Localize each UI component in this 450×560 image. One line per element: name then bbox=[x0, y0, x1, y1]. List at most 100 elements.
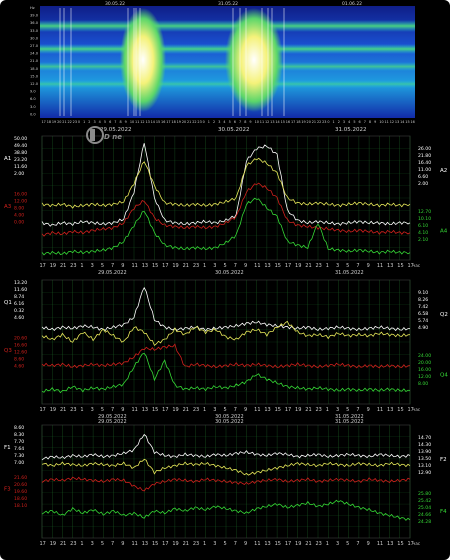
x-hour-tick: 17 bbox=[285, 541, 291, 547]
spectrogram-hour-tick: 16 bbox=[286, 120, 290, 124]
spectrogram-hour-tick: 2 bbox=[213, 120, 215, 124]
spectrogram-hour-tick: 9 bbox=[125, 120, 127, 124]
left-tick-top: 2.00 bbox=[14, 171, 24, 177]
spectrogram-hour-tick: 8 bbox=[369, 120, 371, 124]
spectrogram-hour-tick: 0 bbox=[203, 120, 205, 124]
spectrogram-y-label: 15.0 bbox=[30, 74, 39, 78]
x-hour-tick: 23 bbox=[316, 263, 322, 269]
left-tick-top: 38.80 bbox=[14, 150, 27, 156]
x-hour-tick: 9 bbox=[244, 407, 247, 413]
x-hour-tick: 19 bbox=[50, 263, 56, 269]
x-unit-label: час bbox=[413, 263, 420, 268]
spectrogram-hour-tick: 2 bbox=[338, 120, 340, 124]
line-panels: 50.0049.4038.8023.2011.602.0016.0012.008… bbox=[4, 135, 448, 547]
spectrogram-hour-tick: 13 bbox=[395, 120, 399, 124]
spectrogram-hour-tick: 21 bbox=[187, 120, 191, 124]
x-hour-tick: 3 bbox=[336, 407, 339, 413]
x-hour-tick: 19 bbox=[295, 541, 301, 547]
right-tick-green: 24.66 bbox=[418, 512, 431, 518]
spectrogram-hour-tick: 21 bbox=[312, 120, 316, 124]
right-tick-top: 6.60 bbox=[418, 174, 428, 180]
spectrogram-hour-tick: 16 bbox=[161, 120, 165, 124]
left-tick-top: 8.60 bbox=[14, 425, 24, 431]
x-hour-tick: 23 bbox=[70, 407, 76, 413]
panel-label-right-bottom: Q4 bbox=[440, 373, 448, 379]
right-tick-top: 16.40 bbox=[418, 160, 431, 166]
right-tick-green: 6.10 bbox=[418, 223, 428, 229]
x-hour-tick: 7 bbox=[234, 407, 237, 413]
spectrogram-hour-tick: 17 bbox=[291, 120, 295, 124]
spectrogram-hour-tick: 15 bbox=[281, 120, 285, 124]
x-hour-tick: 15 bbox=[275, 263, 281, 269]
x-hour-tick: 1 bbox=[326, 541, 329, 547]
x-hour-tick: 17 bbox=[162, 263, 168, 269]
spectrogram-hour-tick: 11 bbox=[385, 120, 389, 124]
date-label: 31.05.2022 bbox=[335, 419, 364, 425]
left-tick-red: 12.60 bbox=[14, 350, 27, 356]
spectrogram-hour-tick: 9 bbox=[374, 120, 376, 124]
spectrogram-hour-tick: 16 bbox=[411, 120, 415, 124]
spectrogram-hour-tick: 1 bbox=[208, 120, 210, 124]
spectrogram-y-label: 36.0 bbox=[30, 21, 39, 25]
right-tick-top: 9.10 bbox=[418, 290, 428, 296]
left-tick-red: 8.00 bbox=[14, 206, 24, 212]
dnews-logo-mark: D news bbox=[86, 126, 133, 144]
x-hour-tick: 1 bbox=[326, 263, 329, 269]
x-hour-tick: 23 bbox=[70, 263, 76, 269]
x-hour-tick: 15 bbox=[397, 407, 403, 413]
x-hour-tick: 5 bbox=[101, 263, 104, 269]
x-hour-tick: 11 bbox=[377, 407, 383, 413]
x-hour-tick: 13 bbox=[387, 541, 393, 547]
spectrogram-hour-tick: 0 bbox=[327, 120, 329, 124]
spectrogram-hour-tick: 11 bbox=[135, 120, 139, 124]
date-label: 30.05.2022 bbox=[215, 270, 244, 276]
left-tick-red: 4.60 bbox=[14, 364, 24, 370]
panel-label-right-top: Q2 bbox=[440, 312, 448, 318]
right-tick-top: 26.00 bbox=[418, 146, 431, 152]
x-hour-tick: 21 bbox=[305, 541, 311, 547]
spectrogram-hour-tick: 22 bbox=[67, 120, 71, 124]
date-label: 31.05.2022 bbox=[335, 270, 364, 276]
panel-label-left-bottom: A3 bbox=[4, 204, 12, 210]
spectrogram-hour-tick: 1 bbox=[83, 120, 85, 124]
spectrogram-top-date: 30.05.22 bbox=[105, 1, 125, 7]
spectrogram-hour-tick: 23 bbox=[322, 120, 326, 124]
spectrogram-y-label: 21.0 bbox=[30, 59, 39, 63]
x-hour-tick: 9 bbox=[367, 263, 370, 269]
spectrogram-hour-tick: 10 bbox=[379, 120, 383, 124]
panel-label-left-bottom: Q3 bbox=[4, 348, 12, 354]
left-tick-top: 7.30 bbox=[14, 453, 24, 459]
x-hour-tick: 11 bbox=[254, 263, 260, 269]
x-hour-tick: 15 bbox=[152, 407, 158, 413]
dnews-logo: D news bbox=[86, 124, 133, 146]
x-hour-tick: 3 bbox=[91, 541, 94, 547]
x-hour-tick: 1 bbox=[203, 541, 206, 547]
x-hour-tick: 9 bbox=[121, 407, 124, 413]
panel-label-right-top: A2 bbox=[440, 168, 447, 174]
left-tick-top: 11.60 bbox=[14, 287, 27, 293]
x-hour-tick: 1 bbox=[80, 407, 83, 413]
spectrogram-hour-tick: 12 bbox=[390, 120, 394, 124]
x-hour-tick: 19 bbox=[172, 407, 178, 413]
spectrogram-y-label: 0.0 bbox=[30, 112, 36, 116]
left-tick-red: 18.10 bbox=[14, 503, 27, 509]
x-hour-tick: 17 bbox=[285, 407, 291, 413]
spectrogram-y-label: 18.0 bbox=[30, 67, 39, 71]
x-hour-tick: 3 bbox=[336, 541, 339, 547]
x-hour-tick: 21 bbox=[60, 407, 66, 413]
spectrogram-y-label: 9.0 bbox=[30, 90, 36, 94]
spectrogram-hour-tick: 4 bbox=[348, 120, 350, 124]
right-tick-green: 2.10 bbox=[418, 237, 428, 243]
right-tick-green: 25.42 bbox=[418, 498, 431, 504]
x-hour-tick: 13 bbox=[142, 263, 148, 269]
right-tick-top: 4.90 bbox=[418, 325, 428, 331]
panel-label-right-bottom: A4 bbox=[440, 229, 448, 235]
x-hour-tick: 9 bbox=[244, 541, 247, 547]
x-hour-tick: 5 bbox=[101, 407, 104, 413]
x-hour-tick: 7 bbox=[356, 541, 359, 547]
x-hour-tick: 15 bbox=[152, 263, 158, 269]
date-label: 29.05.2022 bbox=[98, 419, 127, 425]
x-hour-tick: 15 bbox=[397, 263, 403, 269]
x-hour-tick: 13 bbox=[387, 407, 393, 413]
spectrogram-hour-tick: 20 bbox=[57, 120, 61, 124]
